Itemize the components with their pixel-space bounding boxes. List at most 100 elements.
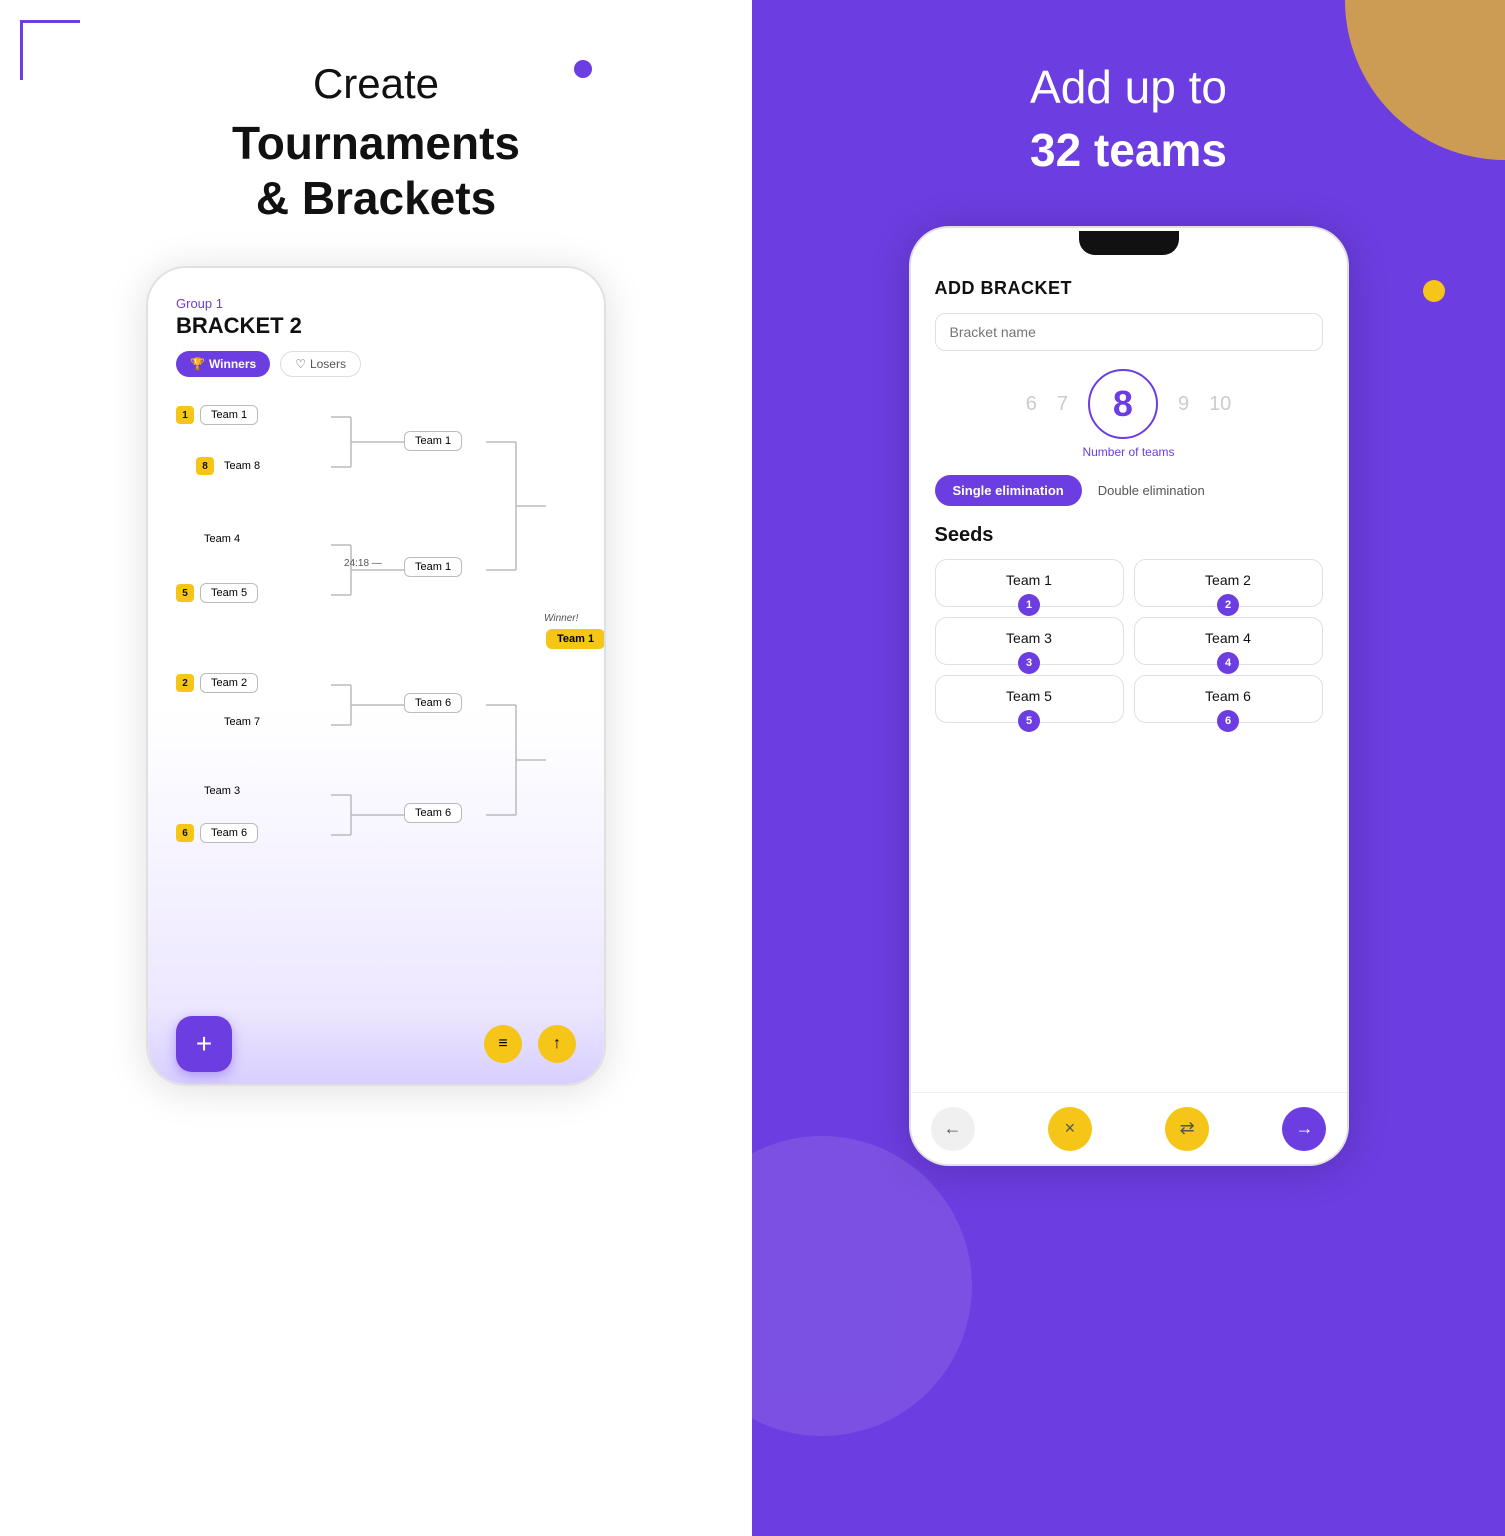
team-row-2: 2 Team 2	[176, 673, 258, 693]
seed-card-6[interactable]: Team 6 6	[1134, 675, 1323, 723]
team-row-6: 6 Team 6	[176, 823, 258, 843]
team-row-5: 5 Team 5	[176, 583, 258, 603]
seed-8: 8	[196, 457, 214, 475]
team-name-7: Team 7	[224, 716, 260, 728]
phone-mockup-right: ADD BRACKET 6 7 8 9 10 Number of teams S…	[909, 226, 1349, 1166]
right-panel: Add up to 32 teams ADD BRACKET 6 7 8 9 1…	[752, 0, 1505, 1536]
double-elimination-btn[interactable]: Double elimination	[1098, 483, 1205, 498]
number-label: Number of teams	[935, 445, 1323, 459]
seed-card-3[interactable]: Team 3 3	[935, 617, 1124, 665]
corner-yellow	[1345, 0, 1505, 160]
picker-num-10[interactable]: 10	[1209, 393, 1231, 416]
team-row-8: 8 Team 8	[196, 457, 260, 475]
picker-num-9[interactable]: 9	[1178, 393, 1189, 416]
team-name-8: Team 8	[224, 460, 260, 472]
team-name-3: Team 3	[204, 785, 240, 797]
right-title-line2: 32 teams	[1030, 123, 1227, 178]
seed-card-4[interactable]: Team 4 4	[1134, 617, 1323, 665]
title-bold: Tournaments& Brackets	[232, 116, 520, 226]
seed-1: 1	[176, 406, 194, 424]
team-box-r2-bot2: Team 6	[404, 803, 462, 823]
title-create: Create	[313, 60, 439, 108]
team-row-3: Team 3	[176, 785, 240, 797]
share-icon: ↑	[553, 1035, 561, 1053]
seed-6: 6	[176, 824, 194, 842]
right-title-block: Add up to 32 teams	[1030, 60, 1227, 186]
next-icon: →	[1295, 1118, 1313, 1139]
corner-decoration	[20, 20, 80, 80]
bottom-icons: ≡ ↑	[484, 1025, 576, 1063]
seed-badge-2: 2	[1217, 594, 1239, 616]
phone-mockup-left: Group 1 BRACKET 2 🏆 Winners ♡ Losers	[146, 266, 606, 1086]
seed-badge-6: 6	[1217, 710, 1239, 732]
right-title-line1: Add up to	[1030, 60, 1227, 115]
team-row-4: Team 4	[176, 533, 240, 545]
close-icon: ×	[1065, 1118, 1076, 1139]
seed-badge-1: 1	[1018, 594, 1040, 616]
team-row-r2-bot2: Team 6	[404, 803, 462, 823]
heart-icon: ♡	[295, 357, 306, 371]
team-name-4: Team 4	[204, 533, 240, 545]
tab-row: 🏆 Winners ♡ Losers	[176, 351, 576, 377]
filter-button[interactable]: ≡	[484, 1025, 522, 1063]
bracket-title: BRACKET 2	[176, 313, 576, 339]
phone-notch	[911, 228, 1347, 258]
shuffle-button[interactable]: ⇄	[1165, 1107, 1209, 1151]
single-elimination-btn[interactable]: Single elimination	[935, 475, 1082, 506]
next-button[interactable]: →	[1282, 1107, 1326, 1151]
team-box-winner: Team 1	[546, 629, 605, 649]
tab-losers[interactable]: ♡ Losers	[280, 351, 361, 377]
team-box-1: Team 1	[200, 405, 258, 425]
notch	[1079, 231, 1179, 255]
group-label: Group 1	[176, 296, 576, 311]
bracket-area: 1 Team 1 8 Team 8 Team 1 24:18 — Team 4	[176, 395, 576, 915]
seed-card-2[interactable]: Team 2 2	[1134, 559, 1323, 607]
seed-badge-3: 3	[1018, 652, 1040, 674]
close-button[interactable]: ×	[1048, 1107, 1092, 1151]
team-row-7: 7 Team 7	[196, 713, 260, 731]
team-row-1: 1 Team 1	[176, 405, 258, 425]
shuffle-icon: ⇄	[1180, 1118, 1195, 1139]
seeds-title: Seeds	[935, 524, 1323, 547]
team-box-5: Team 5	[200, 583, 258, 603]
tab-winners[interactable]: 🏆 Winners	[176, 351, 270, 377]
dot-yellow	[1423, 280, 1445, 302]
team-box-r2-top: Team 1	[404, 431, 462, 451]
score-label: 24:18 —	[344, 558, 382, 569]
trophy-icon: 🏆	[190, 357, 205, 371]
team-box-6: Team 6	[200, 823, 258, 843]
picker-num-7[interactable]: 7	[1057, 393, 1068, 416]
team-row-winner: Team 1	[546, 629, 605, 649]
team-box-r2-bot1: Team 6	[404, 693, 462, 713]
seed-badge-4: 4	[1217, 652, 1239, 674]
circle-decoration	[752, 1136, 972, 1436]
seed-2: 2	[176, 674, 194, 692]
elimination-row: Single elimination Double elimination	[935, 475, 1323, 506]
back-icon: ←	[944, 1118, 962, 1139]
picker-num-6[interactable]: 6	[1026, 393, 1037, 416]
picker-num-selected[interactable]: 8	[1088, 369, 1158, 439]
seeds-grid: Team 1 1 Team 2 2 Team 3 3 Team 4 4 Team…	[935, 559, 1323, 723]
team-row-r2-mid: Team 1	[404, 557, 462, 577]
bracket-name-input[interactable]	[935, 313, 1323, 351]
dot-decoration	[574, 60, 592, 78]
number-picker: 6 7 8 9 10	[935, 369, 1323, 439]
seed-card-5[interactable]: Team 5 5	[935, 675, 1124, 723]
phone-bottom-bar: + ≡ ↑	[148, 1004, 604, 1084]
team-box-r2-mid: Team 1	[404, 557, 462, 577]
seed-card-1[interactable]: Team 1 1	[935, 559, 1124, 607]
phone-inner-left: Group 1 BRACKET 2 🏆 Winners ♡ Losers	[148, 268, 604, 1004]
fab-add-button[interactable]: +	[176, 1016, 232, 1072]
seed-badge-5: 5	[1018, 710, 1040, 732]
add-bracket-title: ADD BRACKET	[935, 278, 1323, 299]
filter-icon: ≡	[498, 1035, 507, 1053]
winner-label: Winner!	[544, 613, 578, 624]
team-row-r2-bot1: Team 6	[404, 693, 462, 713]
back-button[interactable]: ←	[931, 1107, 975, 1151]
seed-5: 5	[176, 584, 194, 602]
left-panel: Create Tournaments& Brackets Group 1 BRA…	[0, 0, 752, 1536]
phone-inner-right: ADD BRACKET 6 7 8 9 10 Number of teams S…	[911, 258, 1347, 1092]
share-button[interactable]: ↑	[538, 1025, 576, 1063]
team-box-2: Team 2	[200, 673, 258, 693]
team-row-r2-top: Team 1	[404, 431, 462, 451]
